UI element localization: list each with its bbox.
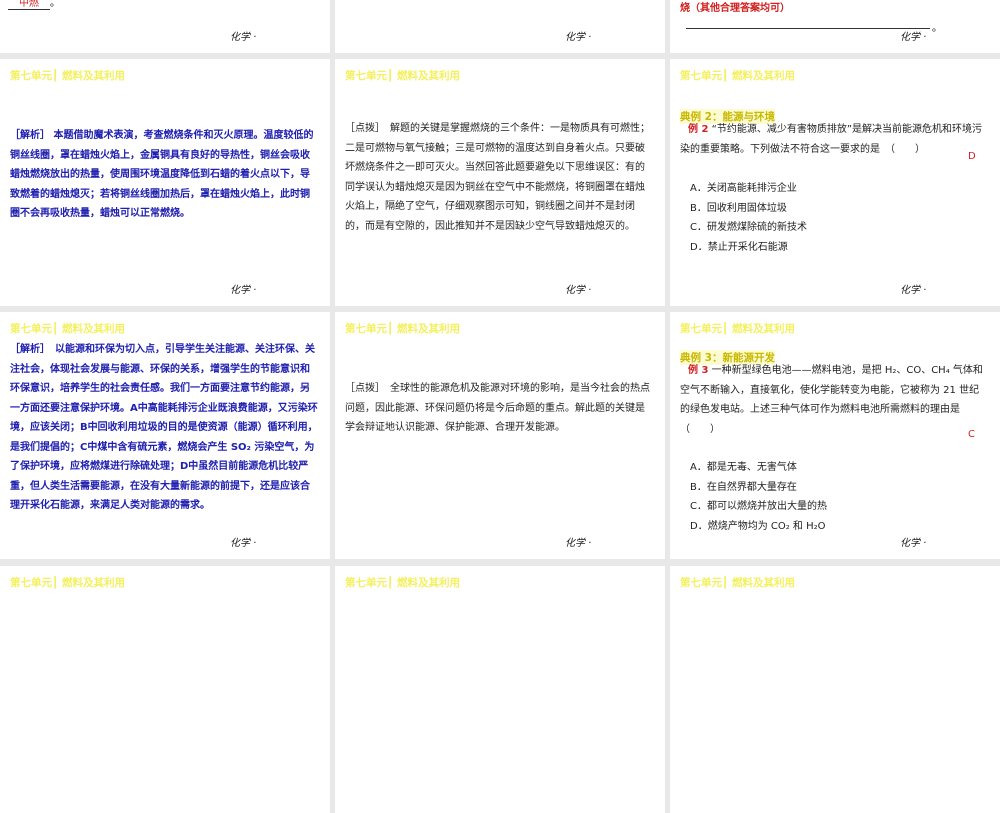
slide-thumbnail[interactable]: 第七单元┃ 燃料及其利用 ［点拨］ 全球性的能源危机及能源对环境的影响，是当今社…	[335, 312, 665, 559]
answer-line	[686, 28, 930, 29]
unit-header: 第七单元┃ 燃料及其利用	[680, 577, 795, 589]
analysis-text: ［解析］ 本题借助魔术表演，考查燃烧条件和灭火原理。温度较低的铜丝线圈，罩在蜡烛…	[10, 130, 314, 219]
answer-blank: 中燃。	[8, 0, 60, 10]
question-text: 例 3 一种新型绿色电池——燃料电池，是把 H₂、CO、CH₄ 气体和空气不断输…	[680, 365, 983, 435]
tip-text: ［点拨］ 解题的关键是掌握燃烧的三个条件：一是物质具有可燃性；二是可燃物与氧气接…	[345, 123, 650, 232]
slide-footer: 化学 ·	[900, 32, 927, 43]
option: D．禁止开采化石能源	[690, 241, 788, 253]
slide-footer: 化学 ·	[565, 538, 592, 549]
option: C．都可以燃烧并放出大量的热	[690, 501, 827, 512]
slide-thumbnail[interactable]: 第七单元┃ 燃料及其利用	[335, 566, 665, 813]
unit-header: 第七单元┃ 燃料及其利用	[10, 323, 125, 335]
slide-footer: 化学 ·	[565, 285, 592, 296]
slide-thumbnail[interactable]: 第七单元┃ 燃料及其利用 典例 3：新能源开发 例 3 一种新型绿色电池——燃料…	[670, 312, 1000, 559]
slide-footer: 化学 ·	[230, 538, 257, 549]
slide-footer: 化学 ·	[565, 32, 592, 43]
answer-mark: C	[968, 429, 975, 440]
slide-thumbnail[interactable]: 第七单元┃ 燃料及其利用 ［解析］ 以能源和环保为切入点，引导学生关注能源、关注…	[0, 312, 330, 559]
unit-header: 第七单元┃ 燃料及其利用	[10, 577, 125, 589]
slide-thumbnail[interactable]: 第七单元┃ 燃料及其利用 典例 2：能源与环境 例 2 “节约能源、减少有害物质…	[670, 59, 1000, 306]
unit-header: 第七单元┃ 燃料及其利用	[345, 70, 460, 82]
slide-thumbnail[interactable]: 烧（其他合理答案均可） 。 化学 ·	[670, 0, 1000, 53]
unit-header: 第七单元┃ 燃料及其利用	[680, 70, 795, 82]
answer-mark: D	[968, 151, 976, 162]
slide-footer: 化学 ·	[900, 285, 927, 296]
option: A．关闭高能耗排污企业	[690, 183, 797, 194]
slide-thumbnail[interactable]: 第七单元┃ 燃料及其利用 ［解析］ 本题借助魔术表演，考查燃烧条件和灭火原理。温…	[0, 59, 330, 306]
slide-footer: 化学 ·	[230, 285, 257, 296]
tip-text: ［点拨］ 全球性的能源危机及能源对环境的影响，是当今社会的热点问题，因此能源、环…	[345, 383, 650, 433]
unit-header: 第七单元┃ 燃料及其利用	[10, 70, 125, 82]
slide-footer: 化学 ·	[230, 32, 257, 43]
slide-thumbnail[interactable]: 中燃。 化学 ·	[0, 0, 330, 53]
options-list: A．都是无毒、无害气体 B．在自然界都大量存在 C．都可以燃烧并放出大量的热 D…	[680, 458, 988, 536]
option: B．回收利用固体垃圾	[690, 202, 787, 214]
slide-thumbnail[interactable]: 化学 ·	[335, 0, 665, 53]
unit-header: 第七单元┃ 燃料及其利用	[680, 323, 795, 335]
slide-thumbnail[interactable]: 第七单元┃ 燃料及其利用	[0, 566, 330, 813]
option: A．都是无毒、无害气体	[690, 462, 797, 473]
option: B．在自然界都大量存在	[690, 481, 797, 493]
analysis-text: ［解析］ 以能源和环保为切入点，引导学生关注能源、关注环保、关注社会，体现社会发…	[10, 344, 318, 511]
slide-footer: 化学 ·	[900, 538, 927, 549]
answer-text: 烧（其他合理答案均可）	[680, 3, 790, 14]
option: C．研发燃煤除硫的新技术	[690, 222, 807, 233]
option: D．燃烧产物均为 CO₂ 和 H₂O	[690, 520, 826, 532]
unit-header: 第七单元┃ 燃料及其利用	[345, 323, 460, 335]
slide-thumbnail[interactable]: 第七单元┃ 燃料及其利用	[670, 566, 1000, 813]
question-text: 例 2 “节约能源、减少有害物质排放”是解决当前能源危机和环境污染的重要策略。下…	[680, 124, 983, 155]
unit-header: 第七单元┃ 燃料及其利用	[345, 577, 460, 589]
options-list: A．关闭高能耗排污企业 B．回收利用固体垃圾 C．研发燃煤除硫的新技术 D．禁止…	[680, 179, 988, 257]
slide-thumbnail[interactable]: 第七单元┃ 燃料及其利用 ［点拨］ 解题的关键是掌握燃烧的三个条件：一是物质具有…	[335, 59, 665, 306]
